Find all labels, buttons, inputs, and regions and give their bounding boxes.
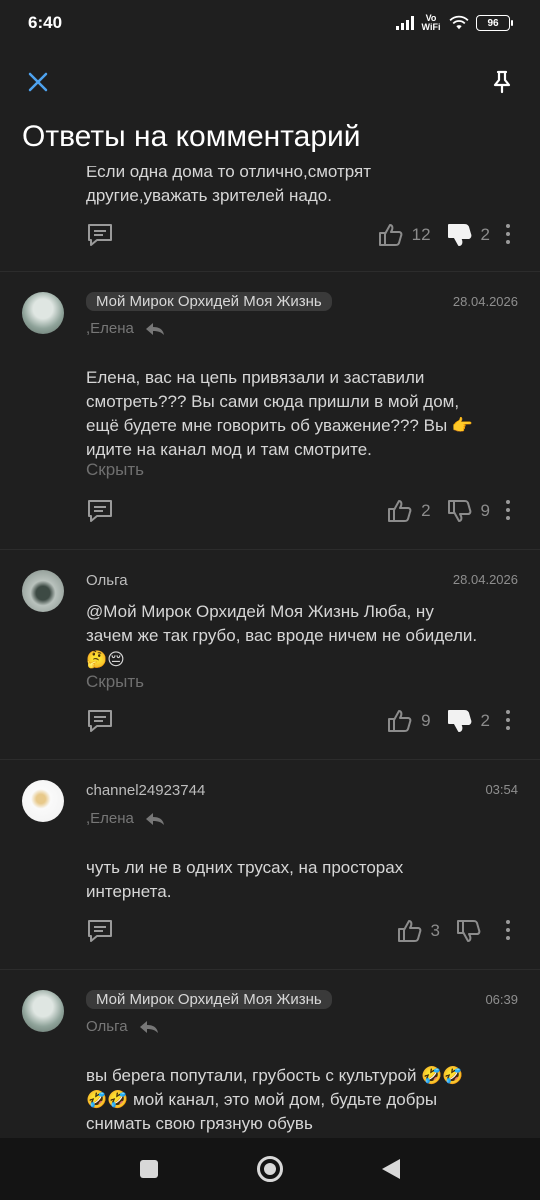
vote-controls: 12 2: [378, 220, 490, 250]
signal-icon: [396, 16, 414, 30]
comment-text: Если одна дома то отлично,смотрят другие…: [86, 162, 372, 205]
reply-to-name: Ольга: [86, 1018, 128, 1035]
wifi-icon: [449, 15, 469, 30]
comments-feed[interactable]: Если одна дома то отлично,смотрят другие…: [0, 138, 540, 1138]
square-icon[interactable]: [139, 1160, 158, 1178]
avatar[interactable]: [22, 292, 64, 334]
status-icons: Vo WiFi 96: [396, 13, 513, 32]
battery-level: 96: [487, 17, 499, 29]
comment-item: channel24923744 03:54 ,Елена чуть ли не …: [0, 760, 540, 970]
avatar[interactable]: [22, 780, 64, 822]
home-icon[interactable]: [256, 1156, 283, 1182]
more-vertical-icon[interactable]: [506, 710, 510, 734]
author-name[interactable]: Мой Мирок Орхидей Моя Жизнь: [86, 990, 332, 1009]
vote-controls: 9 2: [387, 706, 490, 736]
avatar[interactable]: [22, 990, 64, 1032]
more-vertical-icon[interactable]: [506, 920, 510, 944]
more-vertical-icon[interactable]: [506, 224, 510, 248]
like-count: 12: [411, 225, 431, 244]
reply-to-name: ,Елена: [86, 320, 134, 337]
comment-text: чуть ли не в одних трусах, на просторах …: [86, 858, 404, 901]
thumb-down-icon[interactable]: [456, 919, 482, 943]
author-name[interactable]: Мой Мирок Орхидей Моя Жизнь: [86, 292, 332, 311]
comment-text: Елена, вас на цепь привязали и заставили…: [86, 368, 474, 459]
reply-to[interactable]: Ольга: [86, 1018, 160, 1035]
close-button[interactable]: [22, 66, 54, 98]
avatar[interactable]: [22, 570, 64, 612]
reply-to[interactable]: ,Елена: [86, 320, 166, 337]
comment-actions: 9 2: [86, 706, 518, 736]
reply-icon[interactable]: [86, 918, 114, 944]
reply-icon[interactable]: [86, 708, 114, 734]
page-title: Ответы на комментарий: [22, 120, 361, 153]
thumb-up-icon[interactable]: [387, 499, 413, 523]
comment-item: Мой Мирок Орхидей Моя Жизнь 06:39 Ольга …: [0, 970, 540, 1138]
hide-link[interactable]: Скрыть: [86, 460, 144, 480]
comment-text: @Мой Мирок Орхидей Моя Жизнь Люба, ну за…: [86, 602, 478, 669]
thumb-up-icon[interactable]: [378, 223, 404, 247]
more-vertical-icon[interactable]: [506, 500, 510, 524]
vote-controls: 3: [397, 916, 490, 946]
thumb-down-icon[interactable]: [447, 709, 473, 733]
comment-date: 28.04.2026: [452, 572, 518, 587]
reply-to[interactable]: ,Елена: [86, 810, 166, 827]
reply-icon[interactable]: [86, 222, 114, 248]
comment-item: Мой Мирок Орхидей Моя Жизнь 28.04.2026 ,…: [0, 272, 540, 550]
like-count: 2: [421, 501, 431, 520]
comment-text: вы берега попутали, грубость с культурой…: [86, 1066, 464, 1133]
back-icon[interactable]: [382, 1159, 401, 1179]
status-bar: 6:40 Vo WiFi 96: [0, 0, 540, 48]
thumb-up-icon[interactable]: [397, 919, 423, 943]
vowifi-label: Vo WiFi: [421, 13, 441, 32]
comment-actions: 2 9: [86, 496, 518, 526]
header: Ответы на комментарий: [0, 48, 540, 166]
pin-button[interactable]: [486, 66, 518, 98]
close-icon: [28, 72, 48, 92]
thumb-down-icon[interactable]: [447, 223, 473, 247]
author-name[interactable]: channel24923744: [86, 782, 205, 799]
reply-icon[interactable]: [86, 498, 114, 524]
dislike-count: 2: [480, 711, 490, 730]
dislike-count: 2: [480, 225, 490, 244]
dislike-count: 9: [480, 501, 490, 520]
author-name[interactable]: Ольга: [86, 572, 128, 589]
reply-to-name: ,Елена: [86, 810, 134, 827]
system-nav-bar: [0, 1138, 540, 1200]
comment-item: Ольга 28.04.2026 @Мой Мирок Орхидей Моя …: [0, 550, 540, 760]
comment-actions: 12 2: [86, 220, 518, 250]
comment-date: 06:39: [485, 992, 518, 1007]
vote-controls: 2 9: [387, 496, 490, 526]
thumb-down-icon[interactable]: [447, 499, 473, 523]
like-count: 9: [421, 711, 431, 730]
reply-arrow-icon: [145, 812, 164, 825]
like-count: 3: [430, 921, 440, 940]
comment-date: 03:54: [485, 782, 518, 797]
status-time: 6:40: [28, 13, 63, 32]
reply-arrow-icon: [145, 322, 164, 335]
thumb-up-icon[interactable]: [387, 709, 413, 733]
comment-actions: 3: [86, 916, 518, 946]
battery-icon: 96: [476, 15, 513, 31]
pin-icon: [493, 70, 511, 94]
comment-date: 28.04.2026: [452, 294, 518, 309]
hide-link[interactable]: Скрыть: [86, 672, 144, 692]
reply-arrow-icon: [139, 1020, 158, 1033]
